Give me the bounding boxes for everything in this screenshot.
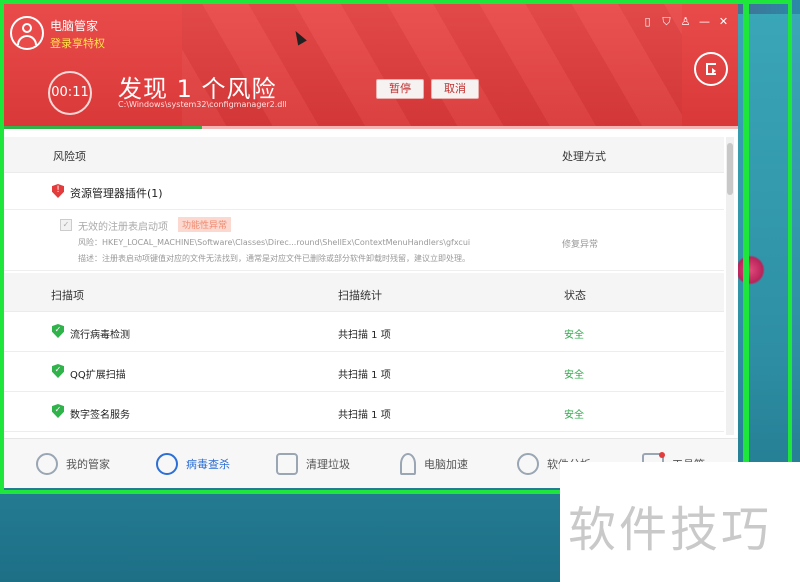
pc-manager-window: 电脑管家 登录享特权 ▯ ⛉ ♙ — ✕ 00:11 发现 1 个风险 C:\W… xyxy=(2,2,738,488)
nav-label: 我的管家 xyxy=(66,458,110,471)
avatar[interactable] xyxy=(10,16,44,50)
safe-shield-icon: ✓ xyxy=(52,324,64,338)
risk-registry-path: 风险：HKEY_LOCAL_MACHINE\Software\Classes\D… xyxy=(78,238,471,247)
minimize-icon[interactable]: — xyxy=(698,15,711,28)
user-icon xyxy=(36,453,58,475)
shield-icon[interactable]: ⛉ xyxy=(660,15,673,28)
risk-shield-icon: ! xyxy=(52,184,64,198)
window-header: 电脑管家 登录享特权 ▯ ⛉ ♙ — ✕ 00:11 发现 1 个风险 C:\W… xyxy=(2,2,738,129)
table-row: ✓ 数字签名服务 共扫描 1 项 安全 xyxy=(2,392,724,432)
scan-headline: 发现 1 个风险 xyxy=(118,75,277,103)
safe-shield-icon: ✓ xyxy=(52,404,64,418)
nav-clean-junk[interactable]: 清理垃圾 xyxy=(276,451,350,477)
scan-item-stat: 共扫描 1 项 xyxy=(338,410,391,421)
login-privilege-link[interactable]: 登录享特权 xyxy=(50,35,105,51)
risk-detail-row: ✓ 无效的注册表启动项 功能性异常 风险：HKEY_LOCAL_MACHINE\… xyxy=(2,210,724,271)
table-row: ✓ 流行病毒检测 共扫描 1 项 安全 xyxy=(2,312,724,352)
app-title: 电脑管家 xyxy=(50,19,99,33)
scan-item-stat: 共扫描 1 项 xyxy=(338,370,391,381)
scan-progress-fill xyxy=(2,126,202,129)
risk-item-name: 无效的注册表启动项 xyxy=(78,222,168,233)
risk-col-action: 处理方式 xyxy=(562,150,606,163)
risk-table-header: 风险项 处理方式 xyxy=(2,137,724,173)
risk-group-row[interactable]: ! 资源管理器插件(1) xyxy=(2,173,724,210)
scan-item-status: 安全 xyxy=(564,330,584,341)
scan-timer: 00:11 xyxy=(48,71,92,115)
scan-current-path: C:\Windows\system32\configmanager2.dll xyxy=(118,100,287,109)
scan-item-name: 数字签名服务 xyxy=(70,410,130,421)
watermark-text: 软件技巧 xyxy=(568,502,773,558)
close-icon[interactable]: ✕ xyxy=(717,15,730,28)
software-icon xyxy=(517,453,539,475)
risk-description: 描述：注册表启动项键值对应的文件无法找到，通常是对应文件已删除或部分软件卸载时残… xyxy=(78,254,470,263)
phone-icon[interactable]: ▯ xyxy=(641,15,654,28)
nav-my-manager[interactable]: 我的管家 xyxy=(36,451,110,477)
nav-label: 清理垃圾 xyxy=(306,458,350,471)
shirt-icon[interactable]: ♙ xyxy=(679,15,692,28)
avatar-body-icon xyxy=(17,35,37,45)
scan-item-name: 流行病毒检测 xyxy=(70,330,130,341)
scan-item-status: 安全 xyxy=(564,410,584,421)
header-pattern xyxy=(182,2,682,129)
exit-icon xyxy=(706,63,716,75)
safe-shield-icon: ✓ xyxy=(52,364,64,378)
scrollbar[interactable] xyxy=(726,137,734,435)
avatar-head-icon xyxy=(22,23,32,33)
scan-col-stat: 扫描统计 xyxy=(338,289,382,302)
highlight-frame-right xyxy=(743,0,749,494)
scan-col-status: 状态 xyxy=(564,289,586,302)
risk-col-item: 风险项 xyxy=(53,150,86,163)
window-controls: ▯ ⛉ ♙ — ✕ xyxy=(641,15,730,28)
nav-label: 病毒查杀 xyxy=(186,458,230,471)
scan-table-header: 扫描项 扫描统计 状态 xyxy=(2,273,724,312)
fix-anomaly-link[interactable]: 修复异常 xyxy=(562,237,598,250)
risk-group-label: 资源管理器插件(1) xyxy=(70,187,163,200)
scan-item-status: 安全 xyxy=(564,370,584,381)
scan-progress-bar xyxy=(2,126,738,129)
scan-item-stat: 共扫描 1 项 xyxy=(338,330,391,341)
notification-dot xyxy=(659,452,665,458)
scan-item-name: QQ扩展扫描 xyxy=(70,370,126,381)
nav-virus-scan[interactable]: 病毒查杀 xyxy=(156,451,230,477)
rocket-icon xyxy=(400,453,416,475)
exit-scan-button[interactable] xyxy=(694,52,728,86)
nav-label: 电脑加速 xyxy=(424,458,468,471)
virus-scan-icon xyxy=(156,453,178,475)
pause-button[interactable]: 暂停 xyxy=(376,79,424,99)
scan-col-item: 扫描项 xyxy=(51,289,84,302)
risk-type-badge: 功能性异常 xyxy=(178,217,232,232)
cancel-button[interactable]: 取消 xyxy=(431,79,479,99)
desktop-wallpaper-flower xyxy=(735,255,765,285)
broom-icon xyxy=(276,453,298,475)
risk-checkbox[interactable]: ✓ xyxy=(60,219,72,231)
nav-speed-up[interactable]: 电脑加速 xyxy=(400,451,468,477)
table-row: ✓ QQ扩展扫描 共扫描 1 项 安全 xyxy=(2,352,724,392)
scrollbar-thumb[interactable] xyxy=(727,143,733,195)
